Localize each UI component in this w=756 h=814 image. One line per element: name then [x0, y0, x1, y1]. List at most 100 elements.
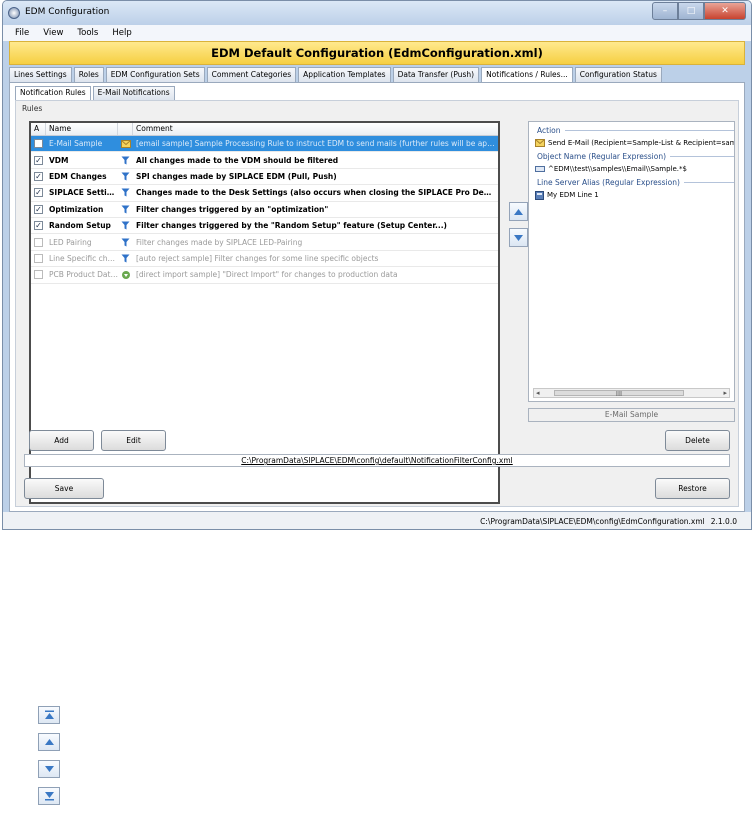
rule-active-checkbox[interactable] [34, 237, 43, 247]
rule-comment: [email sample] Sample Processing Rule to… [136, 139, 498, 149]
filter-icon [118, 238, 133, 247]
table-row[interactable]: PCB Product Data ... [direct import sampl… [31, 267, 498, 284]
rule-active-cell [31, 237, 46, 247]
title-bar[interactable]: EDM Configuration – □ ✕ [3, 1, 751, 25]
column-header-name[interactable]: Name [46, 123, 118, 135]
rules-group-label: Rules [22, 104, 43, 113]
rule-active-checkbox[interactable]: ✓ [34, 171, 43, 181]
rule-name: PCB Product Data ... [49, 270, 118, 280]
rule-active-cell: ✓ [31, 188, 46, 198]
rule-name: Optimization [49, 204, 104, 214]
save-button[interactable]: Save [24, 478, 104, 499]
rule-active-cell [31, 270, 46, 280]
tab-notifications-rules[interactable]: Notifications / Rules... [481, 67, 573, 83]
object-name-heading: Object Name (Regular Expression) [529, 150, 734, 162]
scroll-thumb[interactable]: III [554, 390, 684, 398]
scroll-right-icon[interactable]: ▸ [723, 389, 727, 398]
rule-name: Line Specific chan... [49, 253, 118, 263]
configuration-header: EDM Default Configuration (EdmConfigurat… [9, 41, 745, 65]
menu-file[interactable]: File [15, 28, 29, 38]
restore-button[interactable]: Restore [655, 478, 730, 499]
line-server-alias-value-row: My EDM Line 1 [529, 188, 734, 202]
table-row[interactable]: ✓ Random Setup Filter changes triggered by… [31, 218, 498, 235]
move-buttons-legend [38, 706, 60, 814]
move-down-icon [44, 766, 54, 772]
email-icon [118, 139, 133, 148]
arrow-up-icon [514, 208, 523, 215]
tab-data-transfer-push[interactable]: Data Transfer (Push) [392, 67, 480, 82]
tab-comment-categories[interactable]: Comment Categories [206, 67, 297, 82]
sub-tab-strip: Notification Rules E-Mail Notifications [15, 86, 177, 101]
table-row[interactable]: ✓ VDM All changes made to the VDM should b… [31, 152, 498, 169]
move-up-button[interactable] [509, 202, 528, 221]
menu-view[interactable]: View [43, 28, 63, 38]
notification-filter-config-path[interactable]: C:\ProgramData\SIPLACE\EDM\config\defaul… [24, 454, 730, 467]
rule-active-checkbox[interactable] [34, 253, 43, 263]
table-row[interactable]: LED Pairing Filter changes made by SIPLAC… [31, 234, 498, 251]
table-row[interactable]: E-Mail Sample [email sample] Sample Proce… [31, 136, 498, 153]
rule-active-checkbox[interactable] [34, 139, 43, 149]
rule-active-checkbox[interactable]: ✓ [34, 221, 43, 231]
object-name-value-row: ^EDM\\test\\samples\\Email\\Sample.*$ [529, 162, 734, 176]
move-up-legend-button [38, 733, 60, 751]
status-bar: C:\ProgramData\SIPLACE\EDM\config\EdmCon… [3, 512, 751, 529]
rule-active-checkbox[interactable]: ✓ [34, 155, 43, 165]
tab-configuration-status[interactable]: Configuration Status [574, 67, 662, 82]
rule-comment: All changes made to the VDM should be fi… [136, 155, 339, 165]
tab-lines-settings[interactable]: Lines Settings [9, 67, 72, 82]
rule-active-cell: ✓ [31, 155, 46, 165]
edit-button[interactable]: Edit [101, 430, 166, 451]
rule-comment: Changes made to the Desk Settings (also … [136, 188, 497, 198]
rule-name: E-Mail Sample [49, 139, 103, 149]
line-server-icon [535, 190, 544, 200]
add-button[interactable]: Add [29, 430, 94, 451]
scroll-left-icon[interactable]: ◂ [536, 389, 540, 398]
maximize-button[interactable]: □ [678, 2, 704, 20]
window-controls: – □ ✕ [652, 2, 746, 20]
tab-edm-configuration-sets[interactable]: EDM Configuration Sets [105, 67, 205, 82]
move-top-icon [44, 710, 54, 719]
rule-active-checkbox[interactable]: ✓ [34, 204, 43, 214]
grid-header: A Name Comment [31, 123, 498, 136]
tab-email-notifications[interactable]: E-Mail Notifications [92, 86, 175, 100]
tab-application-templates[interactable]: Application Templates [298, 67, 391, 82]
table-row[interactable]: ✓ SIPLACE Settin... Changes made to the De… [31, 185, 498, 202]
column-header-active[interactable]: A [31, 123, 46, 135]
rule-detail-panel: Action Send E-Mail (Recipient=Sample-Lis… [528, 121, 735, 402]
action-value: Send E-Mail (Recipient=Sample-List & Rec… [548, 139, 734, 147]
line-server-alias-value: My EDM Line 1 [547, 191, 599, 199]
move-down-button[interactable] [509, 228, 528, 247]
move-bottom-button [38, 787, 60, 805]
rule-active-cell: ✓ [31, 204, 46, 214]
edm-configuration-window: EDM Configuration – □ ✕ File View Tools … [2, 0, 752, 530]
rules-grid[interactable]: A Name Comment E-Mail Sample [email sampl… [29, 121, 500, 504]
close-button[interactable]: ✕ [704, 2, 746, 20]
rule-comment: Filter changes triggered by the "Random … [136, 221, 447, 231]
column-header-type[interactable] [118, 123, 133, 135]
rule-active-cell [31, 253, 46, 263]
table-row[interactable]: ✓ EDM Changes SPI changes made by SIPLACE … [31, 169, 498, 186]
email-icon [535, 139, 545, 147]
tab-notification-rules[interactable]: Notification Rules [15, 86, 91, 101]
menu-tools[interactable]: Tools [77, 28, 98, 38]
table-row[interactable]: Line Specific chan... [auto reject sample… [31, 251, 498, 268]
rule-comment: SPI changes made by SIPLACE EDM (Pull, P… [136, 171, 337, 181]
minimize-button[interactable]: – [652, 2, 678, 20]
tab-roles[interactable]: Roles [73, 67, 104, 82]
rule-active-checkbox[interactable]: ✓ [34, 188, 43, 198]
main-tab-strip: Lines Settings Roles EDM Configuration S… [9, 67, 745, 83]
horizontal-scrollbar[interactable]: ◂ III ▸ [533, 388, 730, 398]
line-server-alias-heading: Line Server Alias (Regular Expression) [529, 176, 734, 188]
rule-active-checkbox[interactable] [34, 270, 43, 280]
menu-bar: File View Tools Help [3, 25, 751, 41]
column-header-comment[interactable]: Comment [133, 123, 498, 135]
selected-rule-name: E-Mail Sample [528, 408, 735, 422]
move-bottom-icon [44, 792, 54, 801]
menu-help[interactable]: Help [112, 28, 131, 38]
rule-comment: Filter changes triggered by an "optimiza… [136, 204, 329, 214]
rule-active-cell: ✓ [31, 171, 46, 181]
status-config-path: C:\ProgramData\SIPLACE\EDM\config\EdmCon… [480, 516, 705, 526]
table-row[interactable]: ✓ Optimization Filter changes triggered by… [31, 202, 498, 218]
action-heading: Action [529, 124, 734, 136]
delete-button[interactable]: Delete [665, 430, 730, 451]
